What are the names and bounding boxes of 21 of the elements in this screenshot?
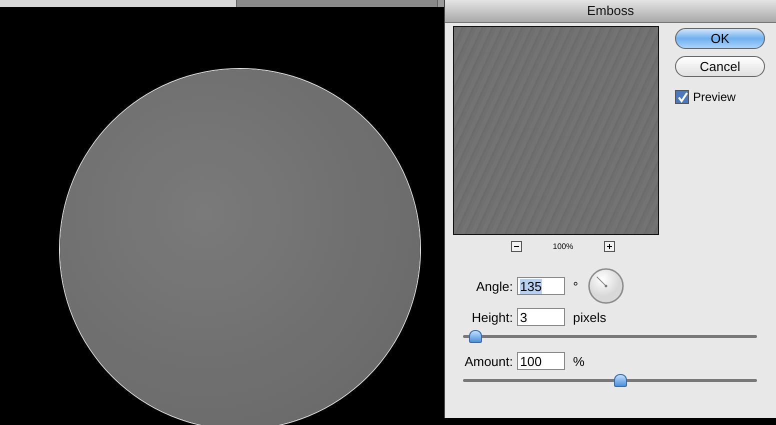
- cancel-button[interactable]: Cancel: [675, 56, 765, 77]
- angle-label: Angle:: [475, 278, 513, 294]
- angle-dial[interactable]: [588, 268, 624, 304]
- preview-label: Preview: [693, 90, 736, 104]
- degree-unit: °: [573, 278, 578, 294]
- height-slider[interactable]: [463, 330, 757, 344]
- amount-slider[interactable]: [463, 374, 757, 388]
- dialog-title: Emboss: [445, 0, 776, 23]
- percent-unit: %: [573, 354, 585, 368]
- amount-label: Amount:: [464, 354, 513, 368]
- amount-field[interactable]: 100: [517, 352, 565, 370]
- zoom-in-button[interactable]: [604, 240, 615, 252]
- height-label: Height:: [470, 310, 513, 324]
- plus-icon: [606, 242, 613, 250]
- height-field[interactable]: 3: [517, 308, 565, 326]
- preview-checkbox[interactable]: [675, 90, 689, 104]
- angle-field[interactable]: 135: [517, 277, 565, 295]
- pixels-unit: pixels: [573, 310, 606, 324]
- zoom-level: 100%: [552, 242, 574, 250]
- ok-button[interactable]: OK: [675, 28, 765, 49]
- zoom-out-button[interactable]: [511, 240, 522, 252]
